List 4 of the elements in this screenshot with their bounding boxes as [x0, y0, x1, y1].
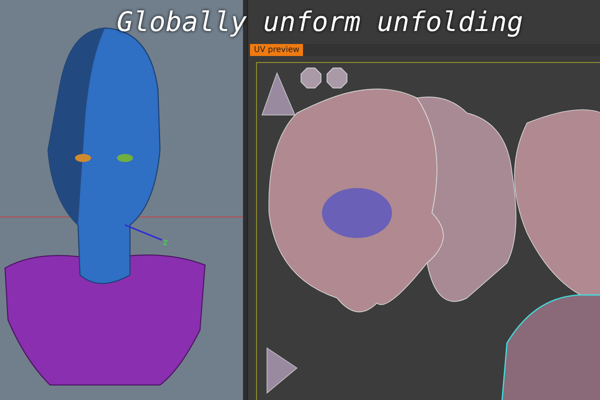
axis-label: z [163, 238, 168, 248]
uv-preview-tab[interactable]: UV preview [250, 44, 304, 56]
uv-island [266, 347, 298, 394]
axis-line [124, 224, 162, 241]
